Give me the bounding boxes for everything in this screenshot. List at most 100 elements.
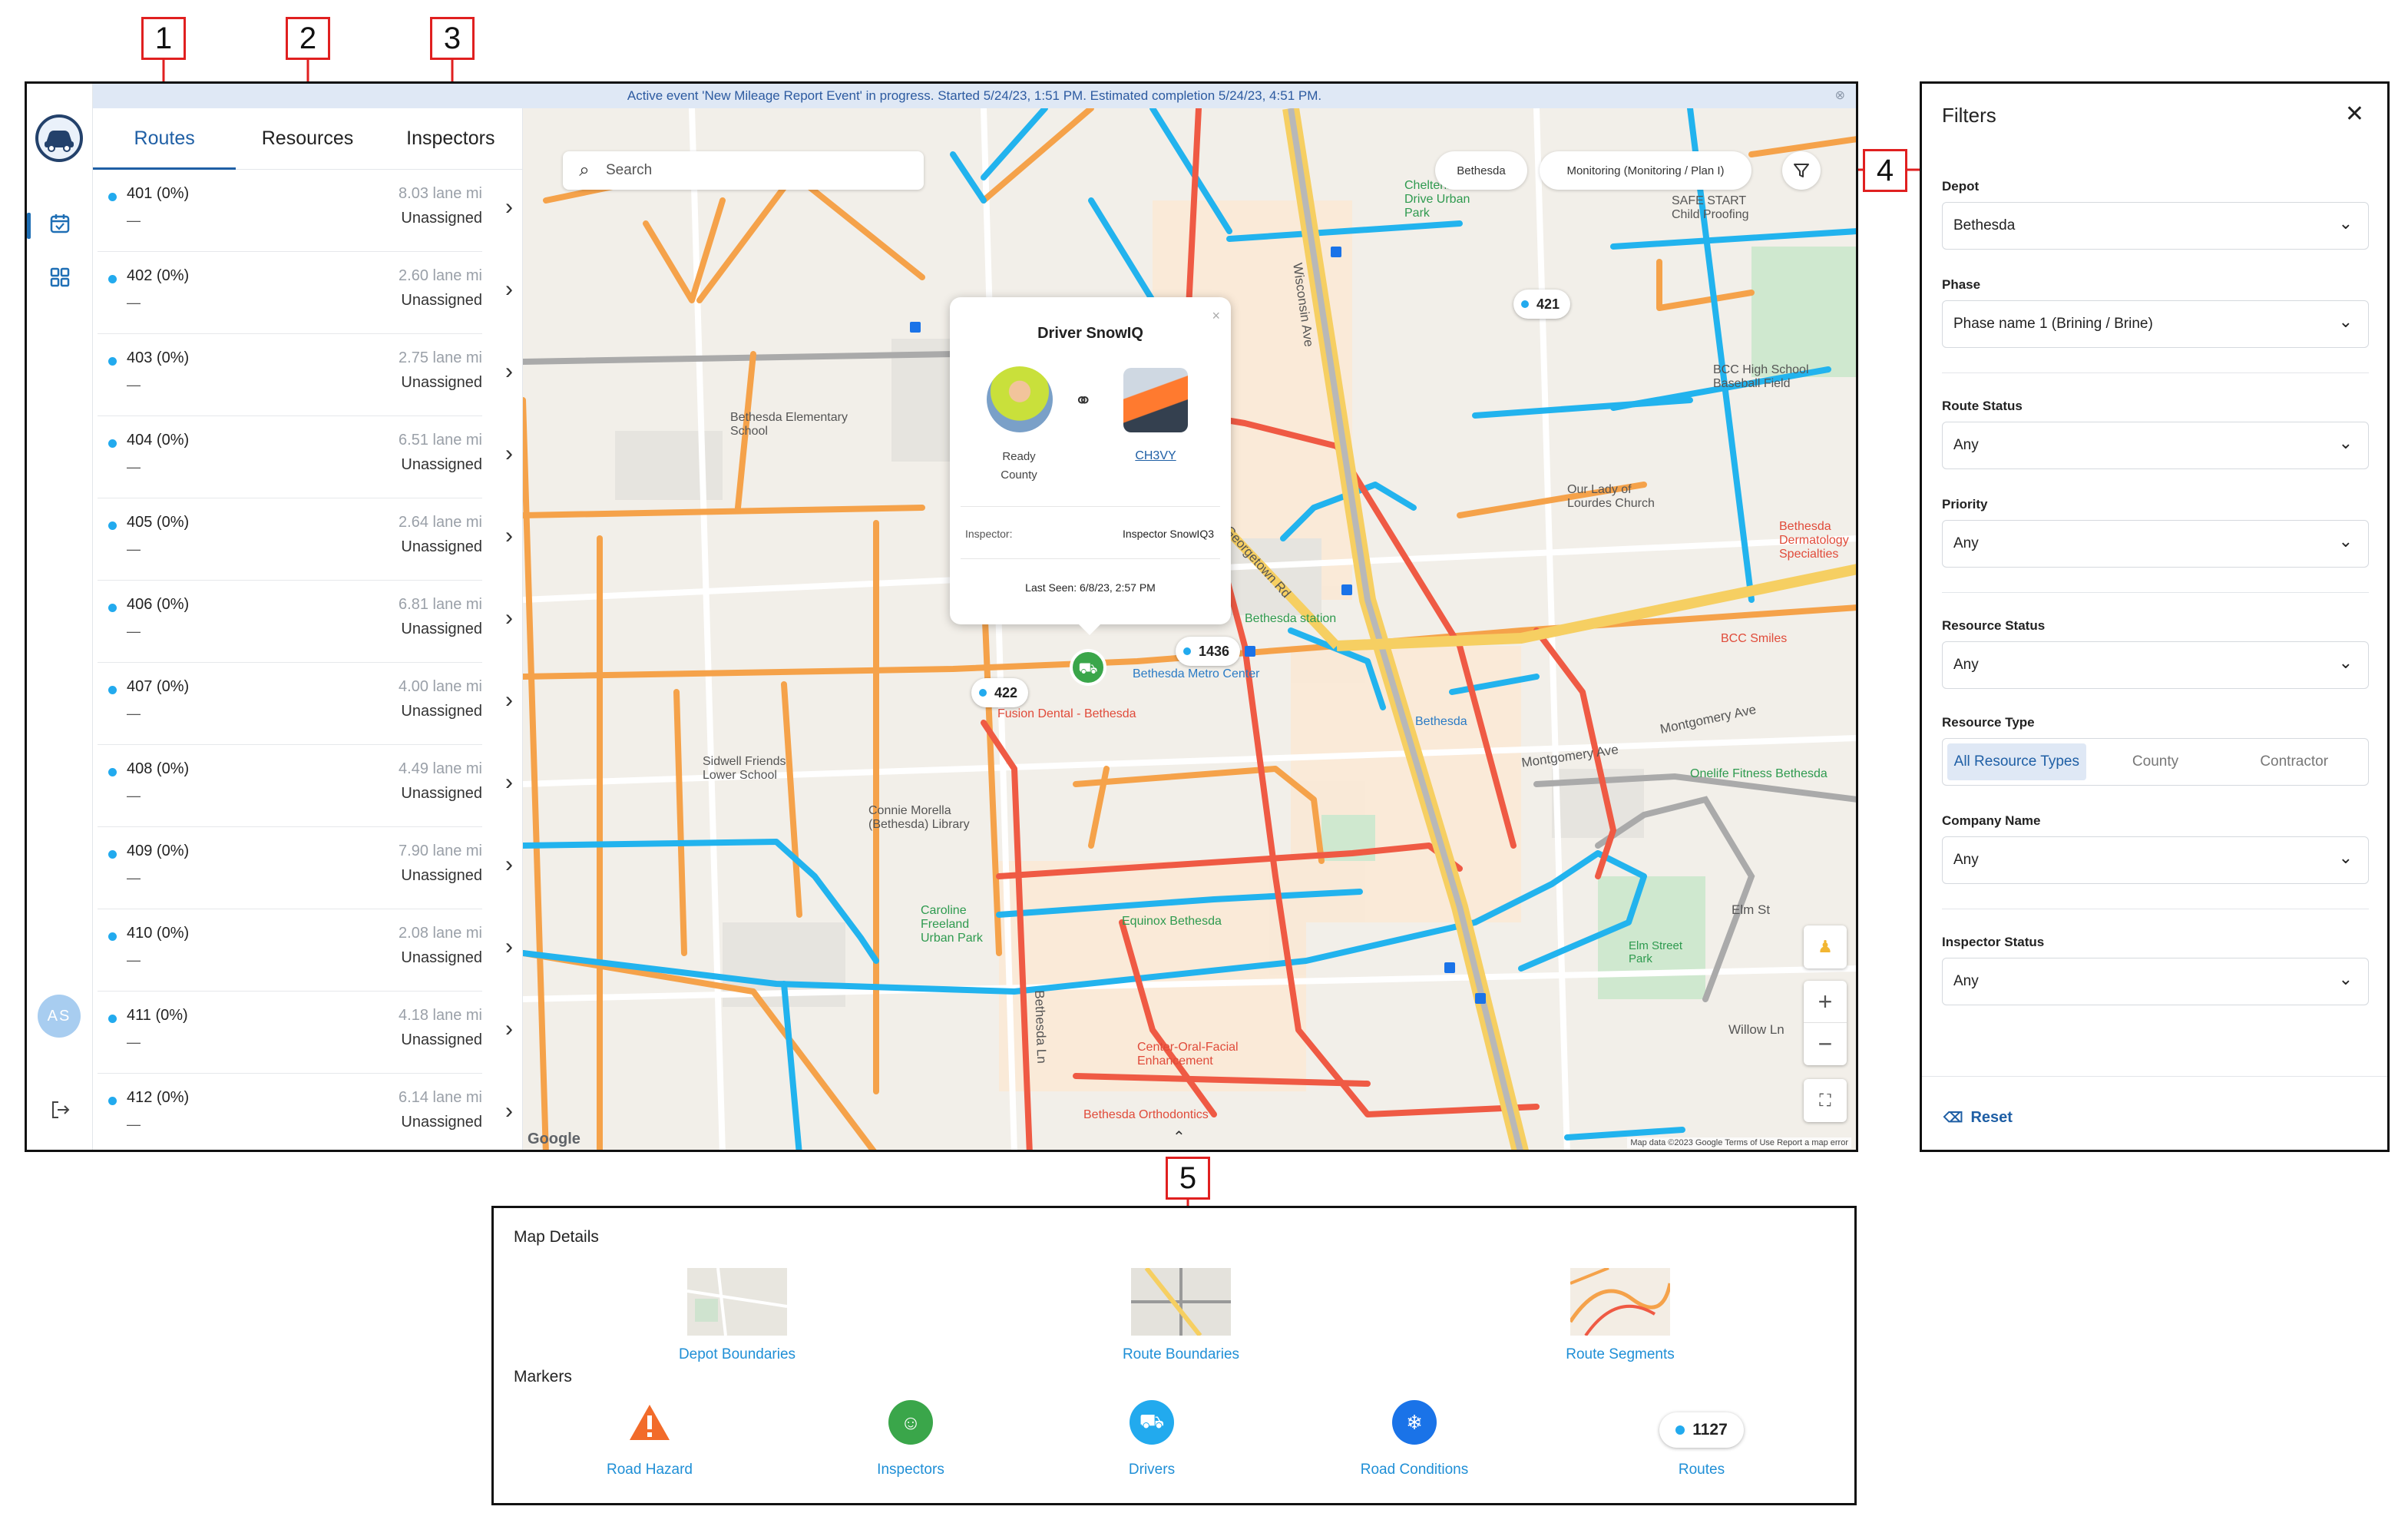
drivers-label[interactable]: Drivers <box>1060 1462 1244 1478</box>
routes-marker-pill[interactable]: 1127 <box>1659 1412 1744 1448</box>
route-status-dot <box>108 768 117 776</box>
route-subtitle: — <box>127 870 141 886</box>
route-row[interactable]: 405 (0%) — 2.64 lane mi Unassigned › <box>98 498 513 581</box>
chevron-right-icon[interactable]: › <box>505 1098 513 1124</box>
route-row[interactable]: 411 (0%) — 4.18 lane mi Unassigned › <box>98 992 513 1074</box>
depot-boundaries-thumb[interactable] <box>686 1267 788 1336</box>
route-status-select[interactable]: Any ⌄ <box>1942 422 2369 469</box>
expand-details-chevron[interactable]: ⌃ <box>1173 1127 1186 1147</box>
road-conditions-label[interactable]: Road Conditions <box>1322 1462 1507 1478</box>
logout-icon[interactable] <box>47 1099 73 1125</box>
route-miles: 7.90 lane mi <box>399 843 482 859</box>
chevron-down-icon: ⌄ <box>2338 531 2353 551</box>
search-icon: ⌕ <box>579 160 590 180</box>
company-label: Company Name <box>1942 813 2041 828</box>
route-row[interactable]: 408 (0%) — 4.49 lane mi Unassigned › <box>98 745 513 827</box>
route-assignment: Unassigned <box>401 292 482 309</box>
route-name: 401 (0%) <box>127 185 190 202</box>
label-elm-street-park: Elm Street Park <box>1629 939 1683 965</box>
route-row[interactable]: 404 (0%) — 6.51 lane mi Unassigned › <box>98 416 513 498</box>
company-select[interactable]: Any ⌄ <box>1942 836 2369 884</box>
event-banner-text: Active event 'New Mileage Report Event' … <box>627 88 1322 103</box>
road-hazard-icon[interactable] <box>627 1400 672 1445</box>
chevron-right-icon[interactable]: › <box>505 276 513 303</box>
chevron-right-icon[interactable]: › <box>505 194 513 220</box>
route-status-dot <box>108 932 117 941</box>
priority-select[interactable]: Any ⌄ <box>1942 520 2369 568</box>
close-icon[interactable]: ✕ <box>2345 101 2364 127</box>
depot-chip[interactable]: Bethesda <box>1435 151 1527 190</box>
banner-close-icon[interactable]: ⊗ <box>1835 84 1845 108</box>
tab-inspectors[interactable]: Inspectors <box>379 108 522 169</box>
phase-select[interactable]: Phase name 1 (Brining / Brine) ⌄ <box>1942 300 2369 348</box>
pegman-icon[interactable]: ♟ <box>1804 925 1847 968</box>
resource-status-select[interactable]: Any ⌄ <box>1942 641 2369 689</box>
map-canvas[interactable]: ⛟ <box>523 108 1856 1150</box>
route-row[interactable]: 407 (0%) — 4.00 lane mi Unassigned › <box>98 663 513 745</box>
inspectors-label[interactable]: Inspectors <box>819 1462 1003 1478</box>
road-conditions-marker-icon[interactable]: ❄ <box>1392 1400 1437 1445</box>
drivers-marker-icon[interactable]: ⛟ <box>1130 1400 1174 1445</box>
label-our-lady: Our Lady of Lourdes Church <box>1567 483 1655 510</box>
depot-boundaries-label[interactable]: Depot Boundaries <box>645 1346 829 1363</box>
depot-select[interactable]: Bethesda ⌄ <box>1942 202 2369 250</box>
filter-button[interactable] <box>1782 151 1821 190</box>
label-metro-center: Bethesda Metro Center <box>1133 667 1260 680</box>
link-icon: ⚭ <box>1074 389 1093 412</box>
route-segments-label[interactable]: Route Segments <box>1528 1346 1712 1363</box>
route-segments-thumb[interactable] <box>1568 1266 1672 1337</box>
inspector-status-select[interactable]: Any ⌄ <box>1942 958 2369 1005</box>
resource-type-county[interactable]: County <box>2086 743 2225 780</box>
filters-panel: Filters ✕ Depot Bethesda ⌄ Phase Phase na… <box>1920 81 2390 1152</box>
route-row[interactable]: 403 (0%) — 2.75 lane mi Unassigned › <box>98 334 513 416</box>
phase-chip[interactable]: Monitoring (Monitoring / Plan I) <box>1540 151 1751 190</box>
zoom-out-button[interactable]: − <box>1804 1022 1847 1064</box>
route-boundaries-label[interactable]: Route Boundaries <box>1089 1346 1273 1363</box>
fullscreen-icon[interactable]: ⛶ <box>1804 1079 1847 1122</box>
map-attribution[interactable]: Map data ©2023 Google Terms of Use Repor… <box>1627 1137 1851 1148</box>
resource-type-contractor[interactable]: Contractor <box>2224 743 2363 780</box>
reset-button[interactable]: ⌫ Reset <box>1943 1109 2013 1127</box>
search-input[interactable]: Search <box>606 162 652 179</box>
route-pill-422[interactable]: 422 <box>971 678 1029 707</box>
chevron-right-icon[interactable]: › <box>505 770 513 796</box>
tab-resources[interactable]: Resources <box>236 108 379 169</box>
chevron-right-icon[interactable]: › <box>505 605 513 631</box>
chevron-down-icon: ⌄ <box>2338 848 2353 867</box>
route-row[interactable]: 401 (0%) — 8.03 lane mi Unassigned › <box>98 170 513 252</box>
chevron-right-icon[interactable]: › <box>505 523 513 549</box>
route-subtitle: — <box>127 788 141 803</box>
user-avatar[interactable]: AS <box>38 995 81 1038</box>
chevron-right-icon[interactable]: › <box>505 441 513 467</box>
resource-type-all[interactable]: All Resource Types <box>1947 743 2086 780</box>
calendar-icon[interactable] <box>47 213 73 239</box>
chevron-right-icon[interactable]: › <box>505 359 513 385</box>
popup-close-icon[interactable]: × <box>1212 308 1220 324</box>
vehicle-id-link[interactable]: CH3VY <box>1117 449 1194 463</box>
chevron-right-icon[interactable]: › <box>505 1016 513 1042</box>
chevron-right-icon[interactable]: › <box>505 687 513 713</box>
last-seen: Last Seen: 6/8/23, 2:57 PM <box>1025 581 1156 594</box>
tab-routes[interactable]: Routes <box>93 108 237 170</box>
route-row[interactable]: 412 (0%) — 6.14 lane mi Unassigned › <box>98 1074 513 1150</box>
route-subtitle: — <box>127 1035 141 1050</box>
label-bethesda-station: Bethesda station <box>1245 612 1337 625</box>
route-name: 406 (0%) <box>127 596 190 613</box>
map-view[interactable]: ⛟ Wisconsin Ave Georgetown Rd Montgomery… <box>523 108 1856 1150</box>
chevron-right-icon[interactable]: › <box>505 934 513 960</box>
app-logo[interactable] <box>35 114 83 162</box>
route-boundaries-thumb[interactable] <box>1131 1266 1231 1337</box>
route-row[interactable]: 410 (0%) — 2.08 lane mi Unassigned › <box>98 909 513 992</box>
route-row[interactable]: 406 (0%) — 6.81 lane mi Unassigned › <box>98 581 513 663</box>
route-row[interactable]: 402 (0%) — 2.60 lane mi Unassigned › <box>98 252 513 334</box>
zoom-in-button[interactable]: + <box>1804 981 1847 1022</box>
map-search[interactable]: ⌕ Search <box>563 151 924 190</box>
inspectors-marker-icon[interactable]: ☺ <box>888 1400 933 1445</box>
route-pill-421[interactable]: 421 <box>1513 290 1571 319</box>
chevron-right-icon[interactable]: › <box>505 852 513 878</box>
routes-label[interactable]: Routes <box>1609 1462 1794 1478</box>
grid-icon[interactable] <box>47 267 73 293</box>
route-pill-1436[interactable]: 1436 <box>1176 637 1241 666</box>
route-row[interactable]: 409 (0%) — 7.90 lane mi Unassigned › <box>98 827 513 909</box>
road-hazard-label[interactable]: Road Hazard <box>557 1462 742 1478</box>
